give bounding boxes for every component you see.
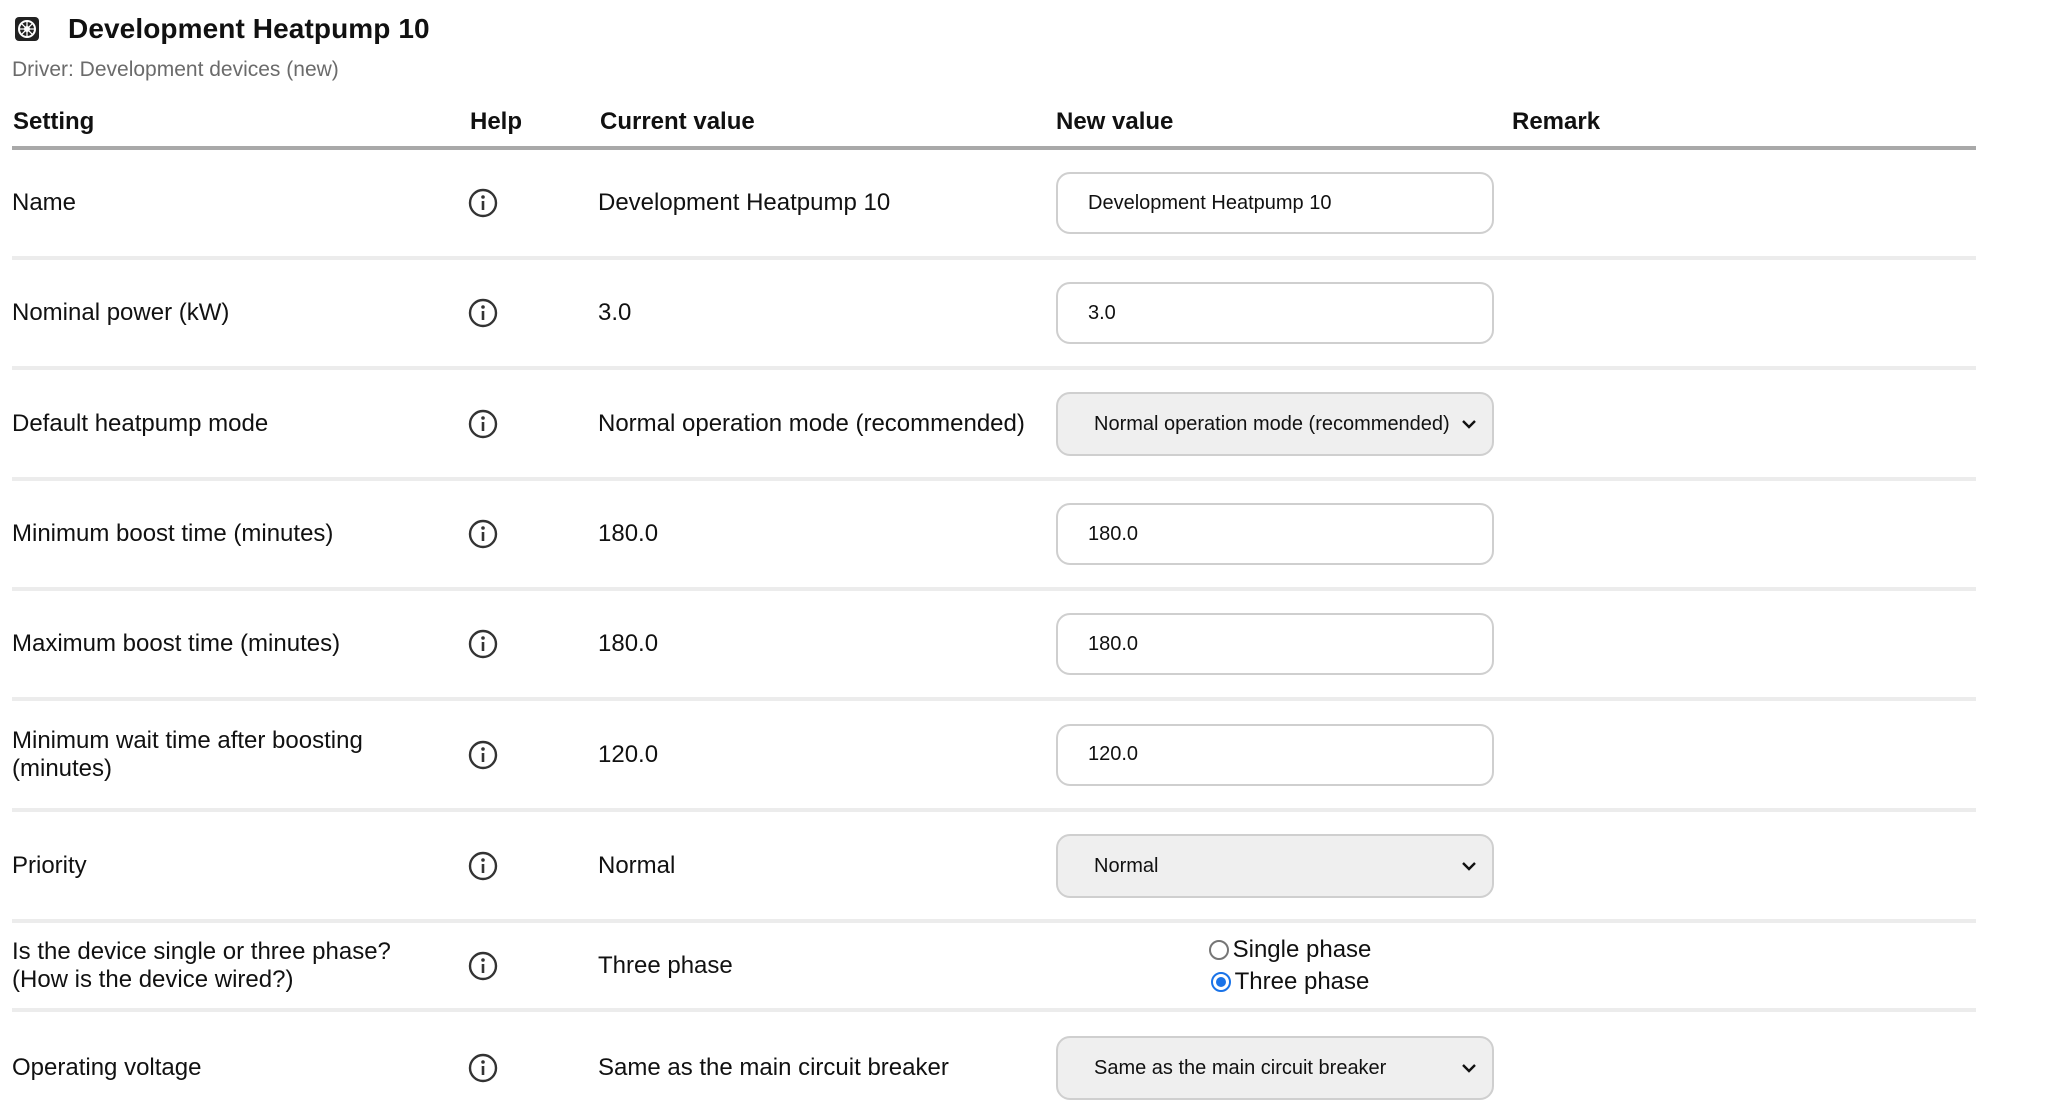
help-button[interactable] (468, 260, 528, 366)
info-icon (468, 519, 498, 549)
chevron-down-icon (1462, 419, 1476, 429)
radio-button[interactable] (1208, 939, 1229, 960)
current-value: Normal operation mode (recommended) (598, 409, 1025, 437)
new-value-cell (1056, 150, 1516, 256)
info-icon (468, 298, 498, 328)
title-row: Development Heatpump 10 (14, 10, 430, 48)
remark-cell (1512, 701, 1972, 808)
help-button[interactable] (468, 701, 528, 808)
info-icon (468, 629, 498, 659)
priority-select[interactable]: Normal (1056, 833, 1494, 898)
help-button[interactable] (468, 481, 528, 587)
chevron-down-icon (1462, 861, 1476, 871)
help-button[interactable] (468, 591, 528, 697)
setting-label: Default heatpump mode (12, 409, 269, 437)
min-boost-time-input[interactable] (1056, 503, 1494, 565)
info-icon (468, 851, 498, 880)
remark-cell (1512, 1012, 1972, 1119)
select-value: Same as the main circuit breaker (1094, 1057, 1387, 1079)
info-icon (468, 740, 498, 769)
setting-label: Nominal power (kW) (12, 299, 230, 326)
column-header-current-value: Current value (600, 108, 755, 135)
table-row: Operating voltage Same as the main circu… (12, 1012, 1976, 1119)
info-icon (468, 188, 498, 218)
remark-cell (1512, 260, 1972, 366)
table-row: Minimum boost time (minutes) 180.0 (12, 481, 1976, 591)
table-row: Is the device single or three phase? (Ho… (12, 923, 1976, 1012)
setting-label: Priority (12, 851, 87, 879)
radio-three-phase[interactable]: Three phase (1203, 967, 1370, 995)
settings-table: Setting Help Current value New value Rem… (12, 100, 1976, 1119)
new-value-cell (1056, 701, 1516, 808)
min-wait-time-input[interactable] (1056, 723, 1494, 786)
table-row: Nominal power (kW) 3.0 (12, 260, 1976, 370)
table-row: Maximum boost time (minutes) 180.0 (12, 591, 1976, 701)
setting-label: Name (12, 189, 77, 216)
nominal-power-input[interactable] (1056, 282, 1494, 344)
new-value-cell: Same as the main circuit breaker (1056, 1012, 1516, 1119)
setting-label: Minimum wait time after boosting (minute… (12, 726, 363, 782)
radio-button[interactable] (1210, 971, 1231, 992)
radio-single-phase[interactable]: Single phase (1201, 935, 1372, 963)
column-header-remark: Remark (1512, 108, 1601, 135)
table-row: Minimum wait time after boosting (minute… (12, 701, 1976, 812)
current-value: 120.0 (598, 740, 659, 768)
new-value-cell (1056, 481, 1516, 587)
remark-cell (1512, 370, 1972, 477)
current-value: Three phase (598, 951, 733, 979)
help-button[interactable] (468, 150, 528, 256)
table-row: Default heatpump mode Normal operation m… (12, 370, 1976, 481)
table-row: Name Development Heatpump 10 (12, 150, 1976, 260)
help-button[interactable] (468, 923, 528, 1008)
max-boost-time-input[interactable] (1056, 613, 1494, 675)
radio-label: Single phase (1232, 935, 1372, 963)
help-button[interactable] (468, 812, 528, 919)
current-value: Development Heatpump 10 (598, 189, 891, 216)
remark-cell (1512, 150, 1972, 256)
setting-label: Operating voltage (12, 1054, 202, 1081)
remark-cell (1512, 591, 1972, 697)
info-icon (468, 1053, 498, 1083)
help-button[interactable] (468, 370, 528, 477)
current-value: Normal (598, 851, 676, 879)
remark-cell (1512, 481, 1972, 587)
current-value: 3.0 (598, 299, 632, 326)
new-value-cell (1056, 260, 1516, 366)
info-icon (468, 951, 498, 980)
column-header-setting: Setting (13, 108, 95, 135)
device-icon (14, 16, 40, 42)
current-value: 180.0 (598, 630, 659, 657)
new-value-cell (1056, 591, 1516, 697)
page-title: Development Heatpump 10 (68, 13, 430, 44)
device-settings-page: Development Heatpump 10 Driver: Developm… (0, 0, 2046, 1119)
new-value-cell: Normal operation mode (recommended) (1056, 370, 1516, 477)
radio-label: Three phase (1234, 967, 1370, 995)
setting-label: Is the device single or three phase? (Ho… (12, 937, 391, 993)
phase-radio-group: Single phase Three phase (1056, 923, 1516, 1008)
help-button[interactable] (468, 1012, 528, 1119)
chevron-down-icon (1462, 1064, 1476, 1073)
driver-label: Driver: Development devices (new) (12, 58, 339, 81)
remark-cell (1512, 923, 1972, 1008)
current-value: Same as the main circuit breaker (598, 1054, 949, 1081)
select-value: Normal operation mode (recommended) (1094, 412, 1450, 435)
new-value-cell: Normal (1056, 812, 1516, 919)
heatpump-mode-select[interactable]: Normal operation mode (recommended) (1056, 391, 1494, 456)
info-icon (468, 409, 498, 438)
name-input[interactable] (1056, 172, 1494, 234)
remark-cell (1512, 812, 1972, 919)
column-header-new-value: New value (1056, 108, 1174, 135)
setting-label: Minimum boost time (minutes) (12, 520, 334, 547)
table-row: Priority Normal Normal (12, 812, 1976, 923)
select-value: Normal (1094, 854, 1159, 877)
setting-label: Maximum boost time (minutes) (12, 630, 341, 657)
current-value: 180.0 (598, 520, 659, 547)
operating-voltage-select[interactable]: Same as the main circuit breaker (1056, 1036, 1494, 1100)
column-header-help: Help (470, 108, 523, 135)
table-header: Setting Help Current value New value Rem… (12, 100, 1976, 150)
